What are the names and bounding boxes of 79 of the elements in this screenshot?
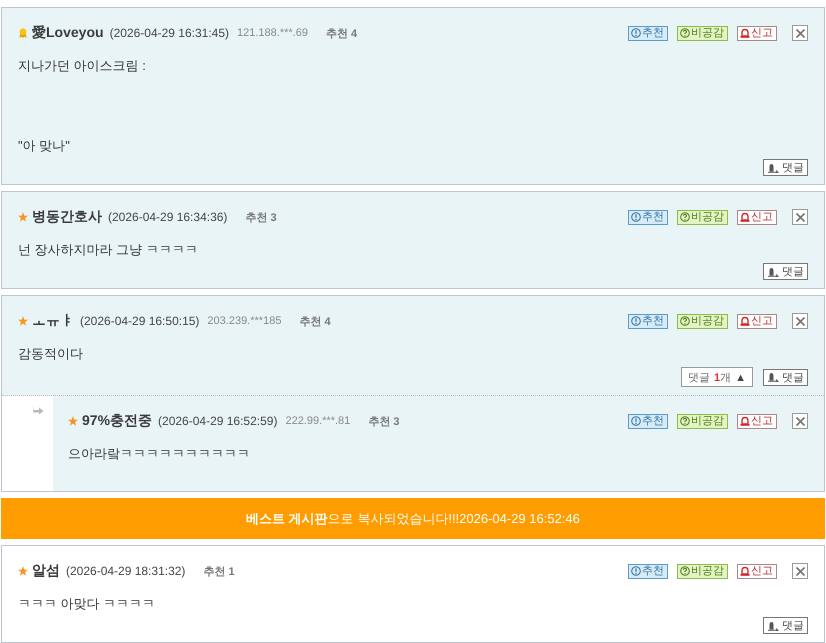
reply-arrow-icon bbox=[33, 406, 44, 415]
report-button[interactable]: 신고 bbox=[737, 210, 777, 224]
siren-icon bbox=[740, 316, 750, 326]
dislike-button[interactable]: 비공감 bbox=[677, 26, 728, 40]
reply-button[interactable]: 댓글 bbox=[763, 617, 808, 634]
siren-icon bbox=[740, 212, 750, 222]
close-icon bbox=[794, 416, 806, 426]
comment-date: (2026-04-29 16:50:15) bbox=[80, 314, 200, 328]
comment-date: (2026-04-29 16:34:36) bbox=[108, 210, 228, 224]
recommend-count: 추천 4 bbox=[299, 314, 331, 328]
delete-button[interactable] bbox=[792, 209, 808, 225]
question-circle-icon bbox=[680, 566, 690, 576]
reply-icon bbox=[767, 620, 780, 630]
star-icon bbox=[18, 566, 28, 576]
medal-icon bbox=[18, 28, 28, 38]
ip-address: 222.99.***.81 bbox=[285, 415, 350, 427]
close-icon bbox=[794, 316, 806, 326]
reply-icon bbox=[767, 372, 780, 382]
recommend-button[interactable]: 추천 bbox=[628, 414, 668, 428]
recommend-count: 추천 3 bbox=[368, 414, 400, 428]
comment-text: 으아라랔ㅋㅋㅋㅋㅋㅋㅋㅋㅋㅋ bbox=[68, 445, 251, 463]
star-icon bbox=[18, 212, 28, 222]
question-circle-icon bbox=[680, 416, 690, 426]
reply-button[interactable]: 댓글 bbox=[763, 159, 808, 176]
reply-icon bbox=[767, 266, 780, 276]
comment-date: (2026-04-29 18:31:32) bbox=[66, 564, 186, 578]
delete-button[interactable] bbox=[792, 563, 808, 579]
star-icon bbox=[68, 416, 78, 426]
ip-address: 121.188.***.69 bbox=[237, 27, 308, 39]
comment-date: (2026-04-29 16:31:45) bbox=[110, 26, 229, 40]
delete-button[interactable] bbox=[792, 413, 808, 429]
comment-text: 감동적이다 bbox=[18, 345, 84, 363]
report-button[interactable]: 신고 bbox=[737, 314, 777, 328]
recommend-count: 추천 3 bbox=[245, 210, 277, 224]
author-name[interactable]: ㅗㅠㅑ bbox=[32, 312, 74, 330]
report-button[interactable]: 신고 bbox=[737, 26, 777, 40]
reply-icon bbox=[767, 162, 780, 172]
close-icon bbox=[794, 28, 806, 38]
dislike-button[interactable]: 비공감 bbox=[677, 564, 728, 578]
delete-button[interactable] bbox=[792, 25, 808, 41]
question-circle-icon bbox=[680, 316, 690, 326]
reply-button[interactable]: 댓글 bbox=[763, 368, 808, 386]
close-icon bbox=[794, 566, 806, 576]
author-name[interactable]: 97%충전중 bbox=[82, 412, 152, 430]
exclamation-circle-icon bbox=[631, 316, 641, 326]
siren-icon bbox=[740, 28, 750, 38]
dislike-button[interactable]: 비공감 bbox=[677, 210, 728, 224]
close-icon bbox=[794, 212, 806, 222]
exclamation-circle-icon bbox=[631, 416, 641, 426]
comment-date: (2026-04-29 16:52:59) bbox=[158, 414, 278, 428]
comment-text: 넌 장사하지마라 그냥 ㅋㅋㅋㅋ bbox=[18, 241, 199, 259]
report-button[interactable]: 신고 bbox=[737, 414, 777, 428]
author-name[interactable]: 병동간호사 bbox=[32, 208, 102, 226]
star-icon bbox=[18, 316, 28, 326]
copied-notice-banner: 베스트 게시판으로 복사되었습니다!!!2026-04-29 16:52:46 bbox=[1, 498, 825, 539]
ip-address: 203.239.***185 bbox=[207, 315, 282, 327]
dislike-button[interactable]: 비공감 bbox=[677, 414, 728, 428]
recommend-button[interactable]: 추천 bbox=[628, 314, 668, 328]
comment-text: 지나가던 아이스크림 : "아 맞나" bbox=[18, 57, 147, 155]
question-circle-icon bbox=[680, 212, 690, 222]
reply-button[interactable]: 댓글 bbox=[763, 263, 808, 280]
author-name[interactable]: 알섬 bbox=[32, 562, 60, 580]
exclamation-circle-icon bbox=[631, 212, 641, 222]
recommend-button[interactable]: 추천 bbox=[628, 26, 668, 40]
exclamation-circle-icon bbox=[631, 566, 641, 576]
recommend-count: 추천 1 bbox=[203, 564, 235, 578]
report-button[interactable]: 신고 bbox=[737, 564, 777, 578]
recommend-button[interactable]: 추천 bbox=[628, 210, 668, 224]
comment-text: ㅋㅋㅋ 아맞다 ㅋㅋㅋㅋ bbox=[18, 595, 156, 613]
recommend-button[interactable]: 추천 bbox=[628, 564, 668, 578]
delete-button[interactable] bbox=[792, 313, 808, 329]
question-circle-icon bbox=[680, 28, 690, 38]
siren-icon bbox=[740, 566, 750, 576]
exclamation-circle-icon bbox=[631, 28, 641, 38]
recommend-count: 추천 4 bbox=[326, 26, 358, 40]
siren-icon bbox=[740, 416, 750, 426]
author-name[interactable]: 愛Loveyou bbox=[32, 24, 104, 42]
replies-toggle-button[interactable]: 댓글 1개 ▲ bbox=[680, 367, 753, 387]
dislike-button[interactable]: 비공감 bbox=[677, 314, 728, 328]
